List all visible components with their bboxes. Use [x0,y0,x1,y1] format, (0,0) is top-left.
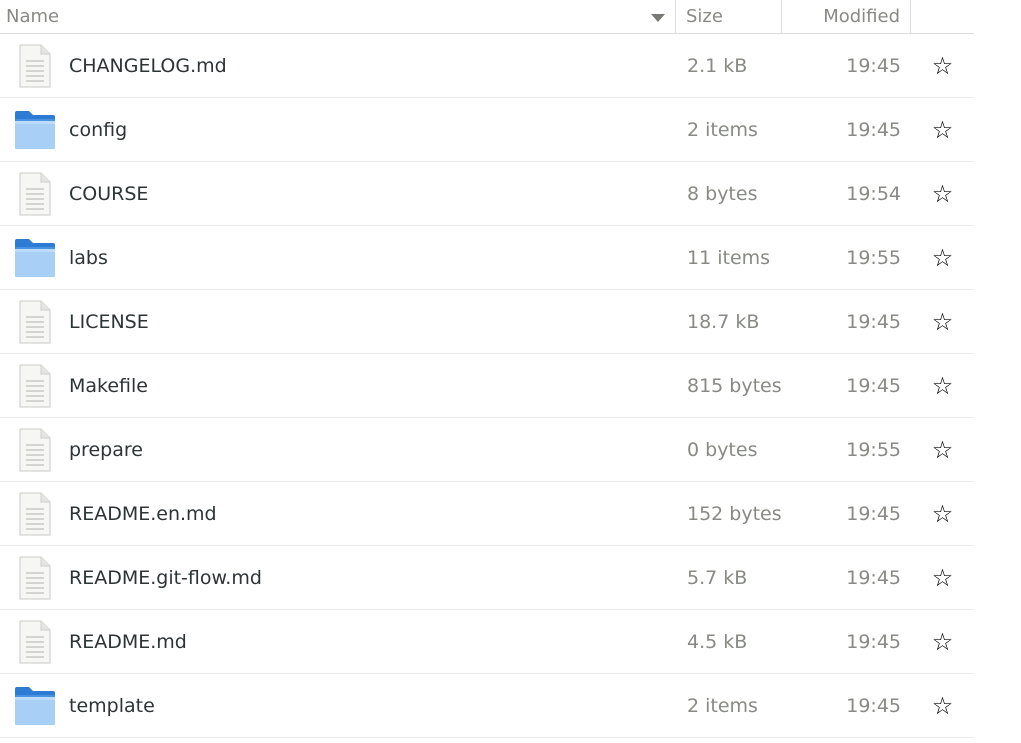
name-column-label: Name [6,6,60,27]
text-file-icon [0,299,69,344]
file-modified: 19:45 [846,310,901,333]
file-size: 11 items [687,246,771,269]
star-outline-icon: ☆ [931,435,954,464]
file-name: template [69,694,155,717]
sort-descending-icon [651,13,665,22]
file-name: README.md [69,630,187,653]
star-button[interactable]: ☆ [911,438,974,462]
file-modified: 19:45 [846,630,901,653]
star-outline-icon: ☆ [931,691,954,720]
file-name: CHANGELOG.md [69,54,227,77]
star-button[interactable]: ☆ [911,566,974,590]
star-button[interactable]: ☆ [911,502,974,526]
file-size: 18.7 kB [687,310,760,333]
text-file-icon [0,427,69,472]
file-size: 152 bytes [687,502,782,525]
star-button[interactable]: ☆ [911,54,974,78]
file-name: COURSE [69,182,149,205]
file-modified: 19:45 [846,694,901,717]
file-size: 8 bytes [687,182,758,205]
file-modified: 19:45 [846,502,901,525]
star-outline-icon: ☆ [931,563,954,592]
modified-column-label: Modified [823,6,900,27]
folder-icon [0,686,69,726]
file-name: config [69,118,128,141]
text-file-icon [0,171,69,216]
star-button[interactable]: ☆ [911,310,974,334]
star-button[interactable]: ☆ [911,246,974,270]
name-column-header[interactable]: Name [0,0,676,33]
star-button[interactable]: ☆ [911,694,974,718]
file-name: prepare [69,438,143,461]
file-size: 5.7 kB [687,566,748,589]
file-modified: 19:55 [846,246,901,269]
file-rows: CHANGELOG.md 2.1 kB 19:45 ☆ config 2 ite… [0,34,974,738]
file-row[interactable]: COURSE 8 bytes 19:54 ☆ [0,162,974,226]
file-row[interactable]: LICENSE 18.7 kB 19:45 ☆ [0,290,974,354]
column-header: Name Size Modified [0,0,974,34]
file-row[interactable]: README.git-flow.md 5.7 kB 19:45 ☆ [0,546,974,610]
star-outline-icon: ☆ [931,243,954,272]
size-column-header[interactable]: Size [676,0,782,33]
file-name: README.en.md [69,502,217,525]
file-modified: 19:45 [846,566,901,589]
file-name: LICENSE [69,310,149,333]
star-button[interactable]: ☆ [911,374,974,398]
text-file-icon [0,491,69,536]
file-size: 2 items [687,118,758,141]
text-file-icon [0,619,69,664]
star-outline-icon: ☆ [931,499,954,528]
file-modified: 19:54 [846,182,901,205]
star-outline-icon: ☆ [931,627,954,656]
file-row[interactable]: README.md 4.5 kB 19:45 ☆ [0,610,974,674]
file-row[interactable]: prepare 0 bytes 19:55 ☆ [0,418,974,482]
star-outline-icon: ☆ [931,51,954,80]
star-button[interactable]: ☆ [911,630,974,654]
file-modified: 19:55 [846,438,901,461]
file-size: 815 bytes [687,374,782,397]
text-file-icon [0,363,69,408]
star-outline-icon: ☆ [931,307,954,336]
star-button[interactable]: ☆ [911,118,974,142]
file-size: 4.5 kB [687,630,748,653]
file-row[interactable]: CHANGELOG.md 2.1 kB 19:45 ☆ [0,34,974,98]
file-row[interactable]: README.en.md 152 bytes 19:45 ☆ [0,482,974,546]
file-modified: 19:45 [846,374,901,397]
file-size: 0 bytes [687,438,758,461]
folder-icon [0,238,69,278]
file-size: 2 items [687,694,758,717]
file-row[interactable]: labs 11 items 19:55 ☆ [0,226,974,290]
file-name: README.git-flow.md [69,566,262,589]
file-size: 2.1 kB [687,54,748,77]
file-list-view: Name Size Modified CHANGELOG.md 2.1 kB 1… [0,0,974,743]
star-outline-icon: ☆ [931,371,954,400]
file-name: labs [69,246,108,269]
size-column-label: Size [686,6,723,27]
star-outline-icon: ☆ [931,179,954,208]
star-button[interactable]: ☆ [911,182,974,206]
text-file-icon [0,555,69,600]
star-column-header [911,0,974,33]
file-modified: 19:45 [846,118,901,141]
file-row[interactable]: Makefile 815 bytes 19:45 ☆ [0,354,974,418]
star-outline-icon: ☆ [931,115,954,144]
modified-column-header[interactable]: Modified [782,0,911,33]
file-modified: 19:45 [846,54,901,77]
file-row[interactable]: config 2 items 19:45 ☆ [0,98,974,162]
folder-icon [0,110,69,150]
text-file-icon [0,43,69,88]
file-row[interactable]: template 2 items 19:45 ☆ [0,674,974,738]
file-name: Makefile [69,374,148,397]
